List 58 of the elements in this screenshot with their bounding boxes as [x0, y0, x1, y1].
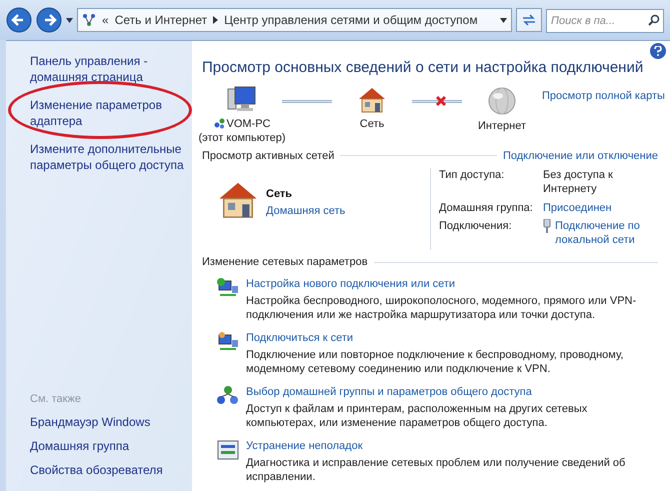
network-icon: [82, 13, 96, 27]
property-label: Домашняя группа:: [439, 200, 534, 216]
task-description: Подключение или повторное подключение к беспроводному, проводному, модемному сетевому соединению или подключение к VPN.: [246, 348, 624, 376]
chevron-icon: [213, 16, 218, 24]
breadcrumb[interactable]: Сеть и Интернет: [114, 11, 208, 29]
section-heading: Изменение сетевых параметров: [202, 255, 368, 270]
error-x-icon: [435, 94, 447, 106]
sidebar-link[interactable]: Домашняя группа: [30, 437, 186, 455]
help-button[interactable]: [650, 43, 666, 59]
task-description: Диагностика и исправление сетевых проблем или получение сведений об исправлении.: [246, 456, 626, 484]
task-description: Настройка беспроводного, широкополосного, модемного, прямого или VPN-подключения или же настройка маршрутизатора или точки доступа.: [246, 294, 638, 322]
property-label: Тип доступа:: [439, 168, 506, 183]
task-link[interactable]: Подключиться к сети: [246, 330, 658, 344]
connect-icon: [216, 330, 240, 352]
history-dropdown[interactable]: [66, 18, 73, 22]
homegroup-icon: [214, 118, 224, 130]
node-sublabel: (этот компьютер): [198, 132, 286, 144]
task-link[interactable]: Устранение неполадок: [246, 438, 658, 452]
property-value: Без доступа к Интернету: [543, 168, 614, 197]
section-heading: Просмотр активных сетей: [202, 148, 334, 164]
node-label: Сеть: [360, 116, 384, 132]
task-link[interactable]: Настройка нового подключения или сети: [246, 276, 658, 290]
search-field[interactable]: Поиск в па...: [546, 9, 664, 33]
connect-disconnect-link[interactable]: Подключение или отключение: [502, 148, 658, 164]
property-label: Подключения:: [439, 219, 513, 234]
back-button[interactable]: [6, 7, 32, 33]
node-label: Интернет: [478, 118, 526, 134]
sidebar-link[interactable]: Изменение параметров адаптера: [30, 97, 186, 129]
section-heading: См. также: [30, 392, 82, 406]
refresh-button[interactable]: [516, 8, 542, 32]
task-link[interactable]: Выбор домашней группы и параметров общего доступа: [246, 384, 658, 398]
breadcrumb[interactable]: Центр управления сетями и общим доступом: [224, 11, 478, 29]
question-mark-icon: [654, 46, 662, 56]
sidebar-link[interactable]: Панель управления - домашняя страница: [30, 53, 186, 85]
node-label: VOM-PC: [226, 116, 270, 132]
address-bar[interactable]: « Сеть и Интернет Центр управления сетями и общим доступом: [77, 8, 512, 32]
task-description: Доступ к файлам и принтерам, расположенным на других сетевых компьютерах, или изменение параметров общего доступа.: [246, 402, 588, 430]
sidebar-link[interactable]: Измените дополнительные параметры общего доступа: [30, 141, 186, 173]
property-link[interactable]: Подключение по локальной сети: [555, 219, 658, 248]
search-icon: [648, 14, 660, 26]
forward-button[interactable]: [36, 7, 62, 33]
troubleshoot-icon: [216, 438, 240, 460]
homegroup-icon: [216, 384, 240, 406]
ethernet-plug-icon: [543, 219, 551, 234]
sidebar-link[interactable]: Свойства обозревателя: [30, 461, 186, 479]
refresh-icon: [522, 14, 536, 26]
house-icon: [357, 86, 387, 114]
property-link[interactable]: Присоединен: [543, 200, 658, 218]
network-type-link[interactable]: Домашняя сеть: [266, 202, 346, 219]
breadcrumb-overflow[interactable]: «: [102, 11, 109, 29]
sidebar-link[interactable]: Брандмауэр Windows: [30, 413, 186, 431]
network-name: Сеть: [266, 187, 294, 202]
dropdown-icon: [500, 18, 507, 22]
page-title: Просмотр основных сведений о сети и настройка подключений: [202, 58, 644, 78]
full-map-link[interactable]: Просмотр полной карты: [542, 88, 665, 104]
computer-icon: [227, 86, 257, 114]
globe-icon: [487, 86, 517, 116]
new-connection-icon: [216, 276, 240, 298]
